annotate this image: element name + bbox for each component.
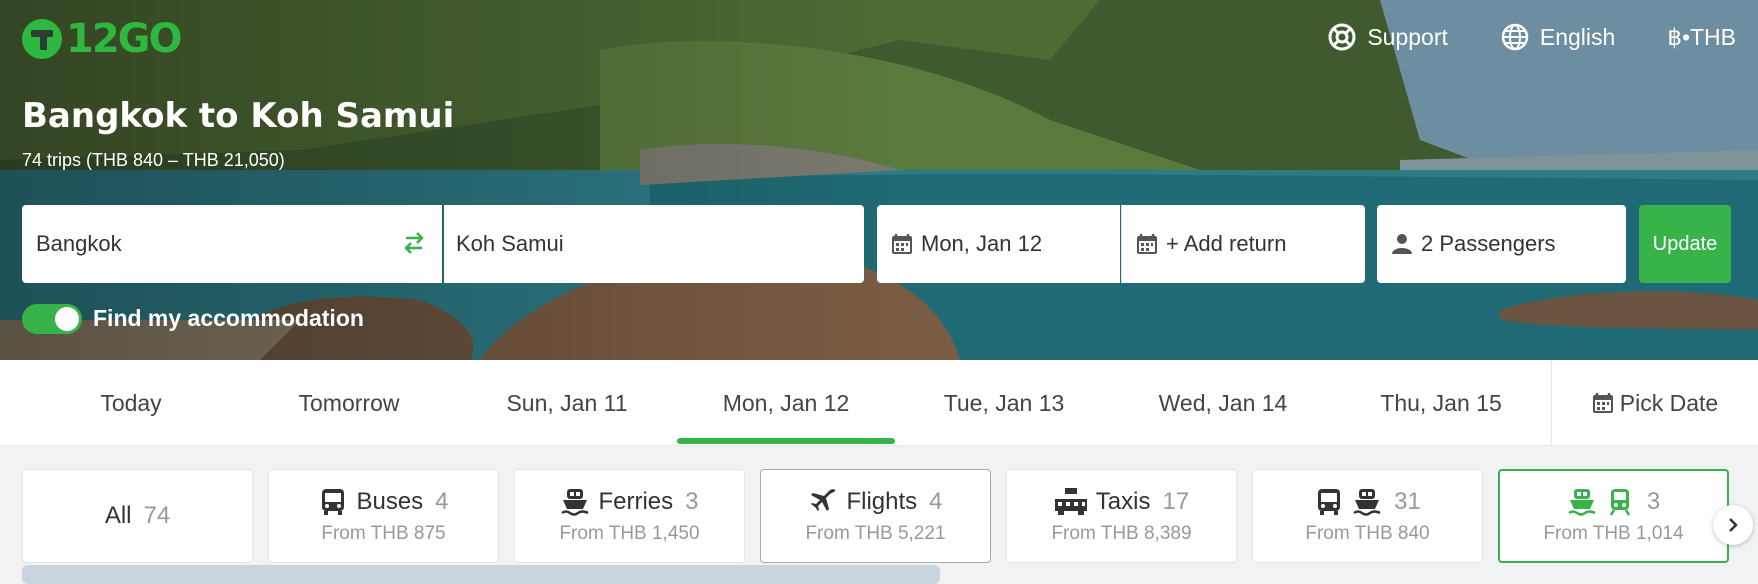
mode-card-ferry-train[interactable]: 3 From THB 1,014	[1498, 469, 1729, 563]
departure-date-field[interactable]: Mon, Jan 12	[877, 205, 1120, 283]
date-tab-tomorrow[interactable]: Tomorrow	[240, 360, 458, 446]
currency-selector[interactable]: ฿•THB	[1667, 24, 1736, 51]
mode-count: 3	[685, 488, 699, 515]
mode-label: Taxis	[1095, 488, 1151, 515]
mode-price: From THB 8,389	[1051, 523, 1192, 544]
mode-count: 31	[1394, 488, 1421, 515]
calendar-icon	[1592, 393, 1613, 413]
pick-date-label: Pick Date	[1619, 389, 1719, 416]
route-title: Bangkok to Koh Samui	[22, 96, 455, 136]
train-icon	[1609, 489, 1630, 516]
support-lifebuoy-icon	[1328, 23, 1356, 51]
hero-banner: 12GO Support English ฿•THB Bangkok to Ko…	[0, 0, 1758, 360]
mode-card-buses[interactable]: Buses 4 From THB 875	[268, 469, 499, 563]
mode-label: Flights	[846, 488, 918, 515]
mode-label: Ferries	[598, 488, 674, 515]
mode-count: 4	[929, 488, 943, 515]
mode-count: 3	[1646, 488, 1661, 515]
accommodation-toggle-label[interactable]: Find my accommodation	[93, 305, 364, 332]
passengers-field[interactable]: 2 Passengers	[1377, 205, 1626, 283]
update-button[interactable]: Update	[1639, 205, 1731, 283]
mode-card-taxis[interactable]: Taxis 17 From THB 8,389	[1006, 469, 1237, 563]
accommodation-toggle[interactable]	[22, 304, 82, 334]
mode-price: From THB 840	[1305, 523, 1430, 544]
language-label: English	[1539, 23, 1616, 50]
passengers-value: 2 Passengers	[1421, 231, 1556, 256]
origin-value: Bangkok	[36, 231, 122, 256]
person-icon	[1392, 234, 1412, 254]
mode-card-ferries[interactable]: Ferries 3 From THB 1,450	[514, 469, 745, 563]
language-selector[interactable]: English	[1500, 22, 1615, 52]
support-label: Support	[1367, 23, 1448, 50]
ferry-icon	[1568, 489, 1596, 516]
mode-label: All	[104, 502, 132, 529]
date-tab-sun-jan-11[interactable]: Sun, Jan 11	[458, 360, 676, 446]
ferry-icon	[1353, 489, 1381, 516]
departure-date-value: Mon, Jan 12	[921, 231, 1043, 256]
mode-label: Buses	[356, 488, 424, 515]
support-link[interactable]: Support	[1327, 22, 1448, 52]
logo-mark-icon	[22, 19, 62, 59]
destination-field[interactable]: Koh Samui	[444, 205, 864, 283]
pick-date-button[interactable]: Pick Date	[1551, 360, 1758, 446]
destination-value: Koh Samui	[456, 231, 564, 256]
mode-card-bus-ferry[interactable]: 31 From THB 840	[1252, 469, 1483, 563]
origin-field[interactable]: Bangkok	[22, 205, 442, 283]
date-tab-tue-jan-13[interactable]: Tue, Jan 13	[895, 360, 1113, 446]
route-summary: 74 trips (THB 840 – THB 21,050)	[22, 150, 285, 170]
plane-icon	[811, 489, 836, 511]
swap-icon[interactable]	[400, 229, 428, 257]
logo[interactable]: 12GO	[22, 16, 182, 62]
mode-price: From THB 1,014	[1543, 523, 1684, 544]
scroll-right-button[interactable]	[1713, 505, 1753, 545]
mode-count: 74	[143, 502, 171, 529]
ferry-icon	[561, 489, 590, 516]
calendar-icon	[892, 234, 912, 254]
mode-price: From THB 5,221	[805, 523, 946, 544]
mode-price: From THB 1,450	[559, 523, 700, 544]
add-return-label: + Add return	[1166, 231, 1287, 256]
currency-label: ฿•THB	[1667, 23, 1736, 50]
bus-icon	[322, 489, 345, 515]
calendar-icon	[1137, 234, 1157, 254]
app: 12GO Support English ฿•THB Bangkok to Ko…	[0, 0, 1758, 584]
date-tab-thu-jan-15[interactable]: Thu, Jan 15	[1332, 360, 1550, 446]
globe-icon	[1501, 23, 1529, 51]
mode-card-all[interactable]: All 74	[22, 469, 253, 563]
top-nav: Support English ฿•THB	[1327, 22, 1736, 52]
chevron-right-icon	[1729, 518, 1738, 532]
date-tab-wed-jan-14[interactable]: Wed, Jan 14	[1114, 360, 1332, 446]
mode-count: 4	[435, 488, 449, 515]
mode-count: 17	[1162, 488, 1190, 515]
date-tab-mon-jan-12[interactable]: Mon, Jan 12	[677, 360, 895, 446]
return-date-field[interactable]: + Add return	[1121, 205, 1365, 283]
logo-text: 12GO	[66, 16, 182, 62]
toggle-knob	[55, 307, 79, 331]
bus-icon	[1318, 489, 1341, 515]
date-tab-today[interactable]: Today	[22, 360, 240, 446]
horizontal-scrollbar[interactable]	[22, 565, 940, 584]
mode-card-flights[interactable]: Flights 4 From THB 5,221	[760, 469, 991, 563]
taxi-icon	[1054, 488, 1087, 515]
date-tabs: Today Tomorrow Sun, Jan 11 Mon, Jan 12 T…	[0, 360, 1758, 446]
mode-price: From THB 875	[321, 523, 446, 544]
